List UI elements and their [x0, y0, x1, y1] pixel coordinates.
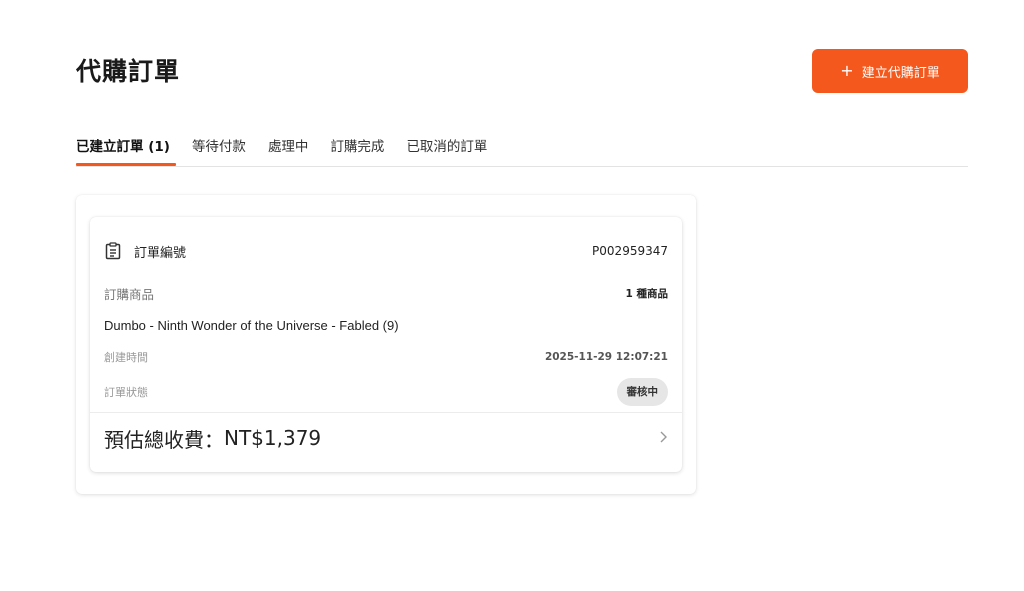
- tab-awaiting-payment[interactable]: 等待付款: [192, 130, 246, 160]
- status-badge: 審核中: [616, 378, 668, 406]
- tab-completed[interactable]: 訂購完成: [330, 130, 384, 160]
- create-order-button[interactable]: + 建立代購訂單: [812, 49, 968, 93]
- created-at: 2025-11-29 12:07:21: [544, 351, 668, 363]
- clipboard-icon: [105, 242, 121, 260]
- order-items-row: 訂購商品 1 種商品: [104, 283, 668, 303]
- page-title: 代購訂單: [76, 57, 181, 86]
- order-total-row[interactable]: 預估總收費： NT$1,379: [104, 413, 668, 463]
- order-number-row: 訂單編號 P002959347: [104, 239, 668, 263]
- tab-created[interactable]: 已建立訂單 (1): [76, 130, 176, 166]
- tab-processing[interactable]: 處理中: [268, 130, 309, 160]
- order-total: 預估總收費： NT$1,379: [104, 424, 321, 453]
- order-number-label: 訂單編號: [134, 245, 187, 261]
- status-row: 訂單狀態 審核中: [104, 377, 668, 407]
- order-total-label: 預估總收費：: [104, 427, 224, 452]
- chevron-right-icon[interactable]: [658, 429, 668, 448]
- order-number: P002959347: [592, 244, 668, 258]
- orders-panel: 訂單編號 P002959347 訂購商品 1 種商品 Dumbo - Ninth…: [76, 195, 696, 494]
- order-items-count: 1 種商品: [625, 287, 668, 300]
- created-row: 創建時間 2025-11-29 12:07:21: [104, 347, 668, 367]
- product-row: Dumbo - Ninth Wonder of the Universe - F…: [104, 315, 668, 335]
- order-items-label: 訂購商品: [104, 286, 155, 302]
- plus-icon: +: [840, 61, 854, 80]
- order-card[interactable]: 訂單編號 P002959347 訂購商品 1 種商品 Dumbo - Ninth…: [90, 217, 682, 472]
- created-label: 創建時間: [104, 351, 148, 364]
- order-total-value: NT$1,379: [224, 426, 322, 450]
- create-order-button-label: 建立代購訂單: [861, 65, 940, 81]
- order-number-label-group: 訂單編號: [104, 242, 186, 261]
- status-label: 訂單狀態: [104, 386, 148, 399]
- tab-cancelled[interactable]: 已取消的訂單: [406, 130, 487, 160]
- product-name: Dumbo - Ninth Wonder of the Universe - F…: [104, 317, 399, 333]
- order-status-tabs: 已建立訂單 (1) 等待付款 處理中 訂購完成 已取消的訂單: [76, 130, 968, 167]
